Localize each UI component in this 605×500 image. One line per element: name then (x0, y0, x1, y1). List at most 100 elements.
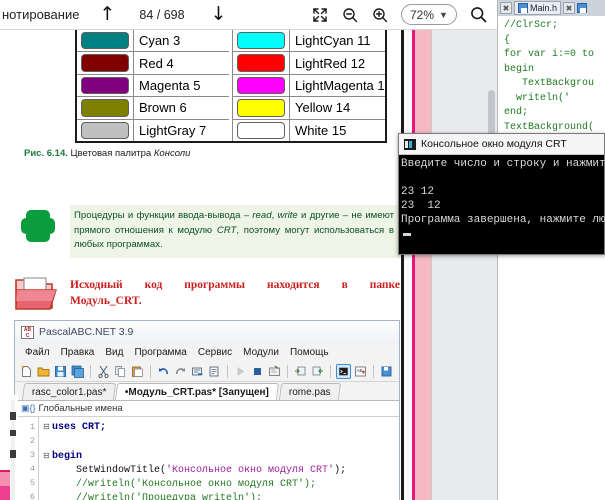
editor-code-content[interactable]: //ClrScr; {for var i:=0 to begin TextBackg… (498, 16, 605, 150)
menu-item-вид[interactable]: Вид (105, 347, 123, 358)
code-line: ⊟ begin (43, 449, 346, 464)
note-red-word: Исходный (70, 279, 123, 291)
run-icon[interactable] (233, 364, 248, 379)
editor-code-line: writeln(' (504, 92, 571, 104)
code-fold-icon[interactable]: ⊟ (43, 420, 52, 434)
pascalabc-toolbar: AB (15, 362, 399, 382)
console-line: 23 12 (401, 200, 441, 212)
line-number: 3 (29, 450, 35, 460)
note-green-text: Процедуры и функции ввода-вывода – read,… (74, 210, 394, 250)
pink-highlight-bar (415, 30, 431, 500)
line-number-gutter: 1234567 (15, 417, 39, 500)
pascalabc-title-text: PascalABC.NET 3.9 (39, 326, 134, 338)
toolbar-separator (90, 365, 91, 378)
viewer-scrollbar-thumb[interactable] (488, 90, 495, 136)
color-swatch (81, 121, 129, 140)
pascalabc-tab[interactable]: rasc_color1.pas* (21, 383, 117, 400)
figure-caption-italic: Консоли (153, 148, 191, 159)
undo-icon[interactable] (156, 364, 171, 379)
pascalabc-menubar: Файл Правка Вид Программа Сервис Модули Помощь (15, 343, 399, 362)
color-swatch (81, 54, 129, 72)
pascalabc-tab[interactable]: rome.pas (278, 383, 341, 400)
menu-item-файл[interactable]: Файл (25, 347, 50, 358)
code-line: ⊟ uses CRT; (43, 420, 346, 435)
code-line-text: SetWindowTitle('Консольное окно модуля C… (52, 465, 347, 476)
about-icon[interactable]: AB (353, 364, 368, 379)
new-file-icon[interactable] (19, 364, 34, 379)
extra-icon[interactable] (379, 364, 394, 379)
color-swatch (237, 76, 285, 95)
save-all-icon[interactable] (70, 364, 85, 379)
close-icon[interactable]: ✖ (500, 2, 512, 14)
palette-row: Red 4 (77, 52, 230, 75)
code-line (43, 435, 346, 449)
save-icon[interactable] (53, 364, 68, 379)
menu-item-программа[interactable]: Программа (134, 347, 186, 358)
code-line: //writeln('Процедура writeln'); (43, 492, 346, 500)
pascalabc-tab[interactable]: •Модуль_CRT.pas* [Запущен] (115, 383, 280, 400)
stop-icon[interactable] (250, 364, 265, 379)
copy-icon[interactable] (113, 364, 128, 379)
redo-icon[interactable] (173, 364, 188, 379)
toolbar-separator (227, 365, 228, 378)
note-green-block: Процедуры и функции ввода-вывода – read,… (70, 205, 400, 258)
menu-item-модули[interactable]: Модули (243, 347, 279, 358)
console-line: Программа завершена, нажмите люб (401, 214, 605, 226)
replace-icon[interactable] (207, 364, 222, 379)
global-names-bar[interactable]: ▣{} Глобальные имена (15, 401, 399, 417)
save-icon (518, 3, 528, 13)
palette-row: Magenta 5 (77, 74, 230, 98)
console-window[interactable]: Консольное окно модуля CRT Введите число… (398, 133, 605, 255)
palette-swatch-cell (233, 119, 290, 142)
palette-swatch-cell (77, 119, 134, 142)
search-icon[interactable] (467, 4, 489, 26)
pascalabc-code-editor[interactable]: 1234567 ⊟uses CRT; ⊟begin SetWindowTitle… (15, 417, 399, 500)
color-swatch (81, 76, 129, 95)
paste-icon[interactable] (130, 364, 145, 379)
palette-right-column: LightCyan 11 LightRed 12 LightMagenta 13 Ye… (233, 30, 385, 142)
step-into-icon[interactable] (293, 364, 308, 379)
cut-icon[interactable] (96, 364, 111, 379)
palette-row: Yellow 14 (233, 97, 385, 120)
console-output: Введите число и строку и нажмите 23 12 23 … (399, 155, 605, 241)
step-over-icon[interactable] (310, 364, 325, 379)
note-red-word: папке (369, 279, 400, 291)
code-text-area[interactable]: ⊟ uses CRT; ⊟ begin SetWindowTitle('Консол… (39, 417, 346, 500)
zoom-in-icon[interactable] (369, 4, 391, 26)
note-red-word: код (144, 279, 163, 291)
previous-page-button[interactable]: ↑ (93, 5, 121, 24)
console-icon[interactable] (336, 364, 351, 379)
editor-code-line: TextBackgrou (504, 78, 595, 89)
figure-caption-text: Цветовая палитра (70, 148, 152, 159)
editor-code-line: //ClrScr; (504, 20, 559, 31)
find-icon[interactable] (190, 364, 205, 379)
note-red-line2: Модуль_CRT. (70, 295, 142, 307)
page-indicator: 84 / 698 (139, 7, 185, 22)
pink-page-thumbnail[interactable] (0, 470, 10, 500)
open-folder-icon[interactable] (36, 364, 51, 379)
annotation-mode-label: нотирование (2, 7, 80, 22)
menu-item-помощь[interactable]: Помощь (290, 347, 329, 358)
build-icon[interactable] (267, 364, 282, 379)
menu-item-правка[interactable]: Правка (61, 347, 95, 358)
save-icon[interactable] (577, 3, 588, 13)
toolbar-separator (373, 365, 374, 378)
editor-tab-bar: ✖ Main.h ✖ (498, 0, 605, 16)
thumbnail-tick (10, 450, 16, 458)
color-name-label: White 15 (295, 122, 347, 138)
menu-item-сервис[interactable]: Сервис (198, 347, 232, 358)
close-icon[interactable]: ✖ (563, 2, 576, 14)
braces-icon: ▣{} (21, 403, 36, 413)
zoom-level-select[interactable]: 72% ▼ (401, 4, 457, 25)
next-page-button[interactable]: ↓ (205, 5, 233, 24)
code-line-text: //writeln('Процедура writeln'); (52, 493, 263, 500)
code-line: //writeln('Консольное окно модуля CRT'); (43, 478, 346, 492)
editor-tab-main-h[interactable]: Main.h (514, 1, 562, 15)
svg-text:AB: AB (357, 368, 363, 373)
zoom-out-icon[interactable] (339, 4, 361, 26)
palette-row: LightMagenta 13 (233, 74, 385, 98)
fit-page-icon[interactable] (309, 4, 331, 26)
code-fold-icon[interactable]: ⊟ (43, 449, 52, 463)
palette-swatch-cell (233, 74, 290, 97)
